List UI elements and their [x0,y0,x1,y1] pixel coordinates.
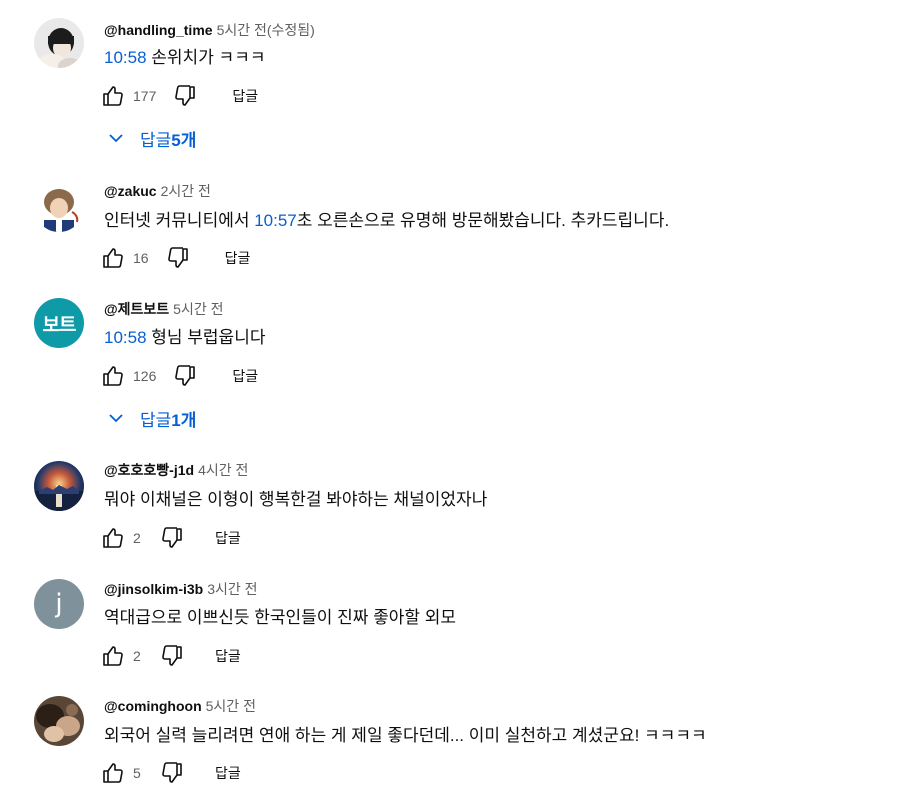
reply-button[interactable]: 답글 [215,528,241,548]
like-count: 177 [133,88,157,104]
thumbs-down-icon [175,365,196,386]
comment-header: @handling_time 5시간 전(수정됨) [104,20,315,40]
reply-button[interactable]: 답글 [215,646,241,666]
like-count: 16 [133,250,149,266]
avatar-photo-icon [34,182,84,232]
comment-header: @zakuc 2시간 전 [104,181,211,201]
thumbs-up-icon [103,248,123,268]
comment-text-after: 형님 부럽웁니다 [146,328,266,347]
like-button[interactable] [100,643,126,669]
thumbs-down-icon [162,762,182,783]
replies-prefix: 답글 [140,130,172,150]
replies-count: 5개 [171,130,197,150]
avatar[interactable] [34,182,84,232]
comment-header: @jinsolkim-i3b 3시간 전 [104,579,258,599]
chevron-down-icon [109,134,123,143]
like-count: 2 [133,530,141,546]
like-button[interactable] [100,83,126,109]
dislike-button[interactable] [159,643,185,669]
like-count: 2 [133,648,141,664]
dislike-button[interactable] [172,363,198,389]
replies-prefix: 답글 [140,410,172,430]
avatar[interactable]: 보트 [34,298,84,348]
avatar-photo-icon [34,696,84,746]
dislike-button[interactable] [159,525,185,551]
comment-time[interactable]: 3시간 전 [207,581,257,597]
thumbs-up-icon [103,366,123,386]
dislike-button[interactable] [165,245,191,271]
comment-actions: 126 답글 [100,360,258,392]
comment-time[interactable]: 5시간 전 [206,698,256,714]
comment-time[interactable]: 5시간 전 [173,301,223,317]
comment-text-after: 초 오른손으로 유명해 방문해봤습니다. 추카드립니다. [296,211,670,230]
view-replies-button[interactable]: 답글 1개 [106,403,196,433]
timestamp-link[interactable]: 10:58 [104,48,147,67]
reply-button[interactable]: 답글 [215,763,241,783]
like-button[interactable] [100,525,126,551]
comment-header: @cominghoon 5시간 전 [104,696,256,716]
dislike-button[interactable] [159,760,185,786]
comment-time[interactable]: 2시간 전 [161,183,211,199]
comment-actions: 5 답글 [100,757,241,789]
thumbs-up-icon [103,646,123,666]
author-name[interactable]: @handling_time [104,22,213,38]
avatar[interactable] [34,18,84,68]
comment-text: 뭐야 이채널은 이형이 행복한걸 봐야하는 채널이었자나 [104,490,488,509]
avatar[interactable] [34,461,84,511]
timestamp-link[interactable]: 10:57 [254,211,297,230]
comment-time[interactable]: 5시간 전(수정됨) [217,22,315,38]
avatar[interactable]: j [34,579,84,629]
reply-button[interactable]: 답글 [232,86,258,106]
reply-button[interactable]: 답글 [232,366,258,386]
like-button[interactable] [100,363,126,389]
thumbs-up-icon [103,763,123,783]
author-name[interactable]: @제트보트 [104,301,169,317]
avatar-photo-icon [34,18,84,68]
author-name[interactable]: @zakuc [104,183,157,199]
avatar-photo-icon [34,461,84,511]
like-count: 126 [133,368,157,384]
avatar[interactable] [34,696,84,746]
comment-header: @호호호빵-j1d 4시간 전 [104,460,248,480]
comment-text: 10:58 손위치가 ㅋㅋㅋ [104,46,265,70]
thumbs-down-icon [162,645,182,666]
comment-text: 인터넷 커뮤니티에서 10:57초 오른손으로 유명해 방문해봤습니다. 추카드… [104,209,669,233]
like-button[interactable] [100,245,126,271]
thumbs-down-icon [167,247,188,268]
reply-button[interactable]: 답글 [225,248,251,268]
comment-actions: 2 답글 [100,640,241,672]
comment-header: @제트보트 5시간 전 [104,299,224,319]
comment-actions: 16 답글 [100,242,250,274]
timestamp-link[interactable]: 10:58 [104,328,147,347]
author-name[interactable]: @jinsolkim-i3b [104,581,203,597]
comment-text: 역대급으로 이쁘신듯 한국인들이 진짜 좋아할 외모 [104,608,457,627]
author-name[interactable]: @cominghoon [104,698,202,714]
avatar-initials: 보트 [42,313,77,336]
comment-text-before: 인터넷 커뮤니티에서 [104,211,255,230]
view-replies-button[interactable]: 답글 5개 [106,123,196,153]
like-button[interactable] [100,760,126,786]
replies-count: 1개 [171,410,197,430]
comment-time[interactable]: 4시간 전 [198,462,248,478]
comment-text: 10:58 형님 부럽웁니다 [104,326,265,350]
thumbs-up-icon [103,86,123,106]
avatar-initials: j [55,589,63,619]
comment-actions: 2 답글 [100,522,241,554]
comment-actions: 177 답글 [100,80,258,112]
comment-text: 외국어 실력 늘리려면 연애 하는 게 제일 좋다던데... 이미 실천하고 계… [104,726,707,745]
chevron-down-icon [109,414,123,423]
thumbs-down-icon [162,527,182,548]
like-count: 5 [133,765,141,781]
thumbs-down-icon [175,85,196,106]
dislike-button[interactable] [172,83,198,109]
comment-text-after: 손위치가 ㅋㅋㅋ [146,48,266,67]
thumbs-up-icon [103,528,123,548]
author-name[interactable]: @호호호빵-j1d [104,462,194,478]
